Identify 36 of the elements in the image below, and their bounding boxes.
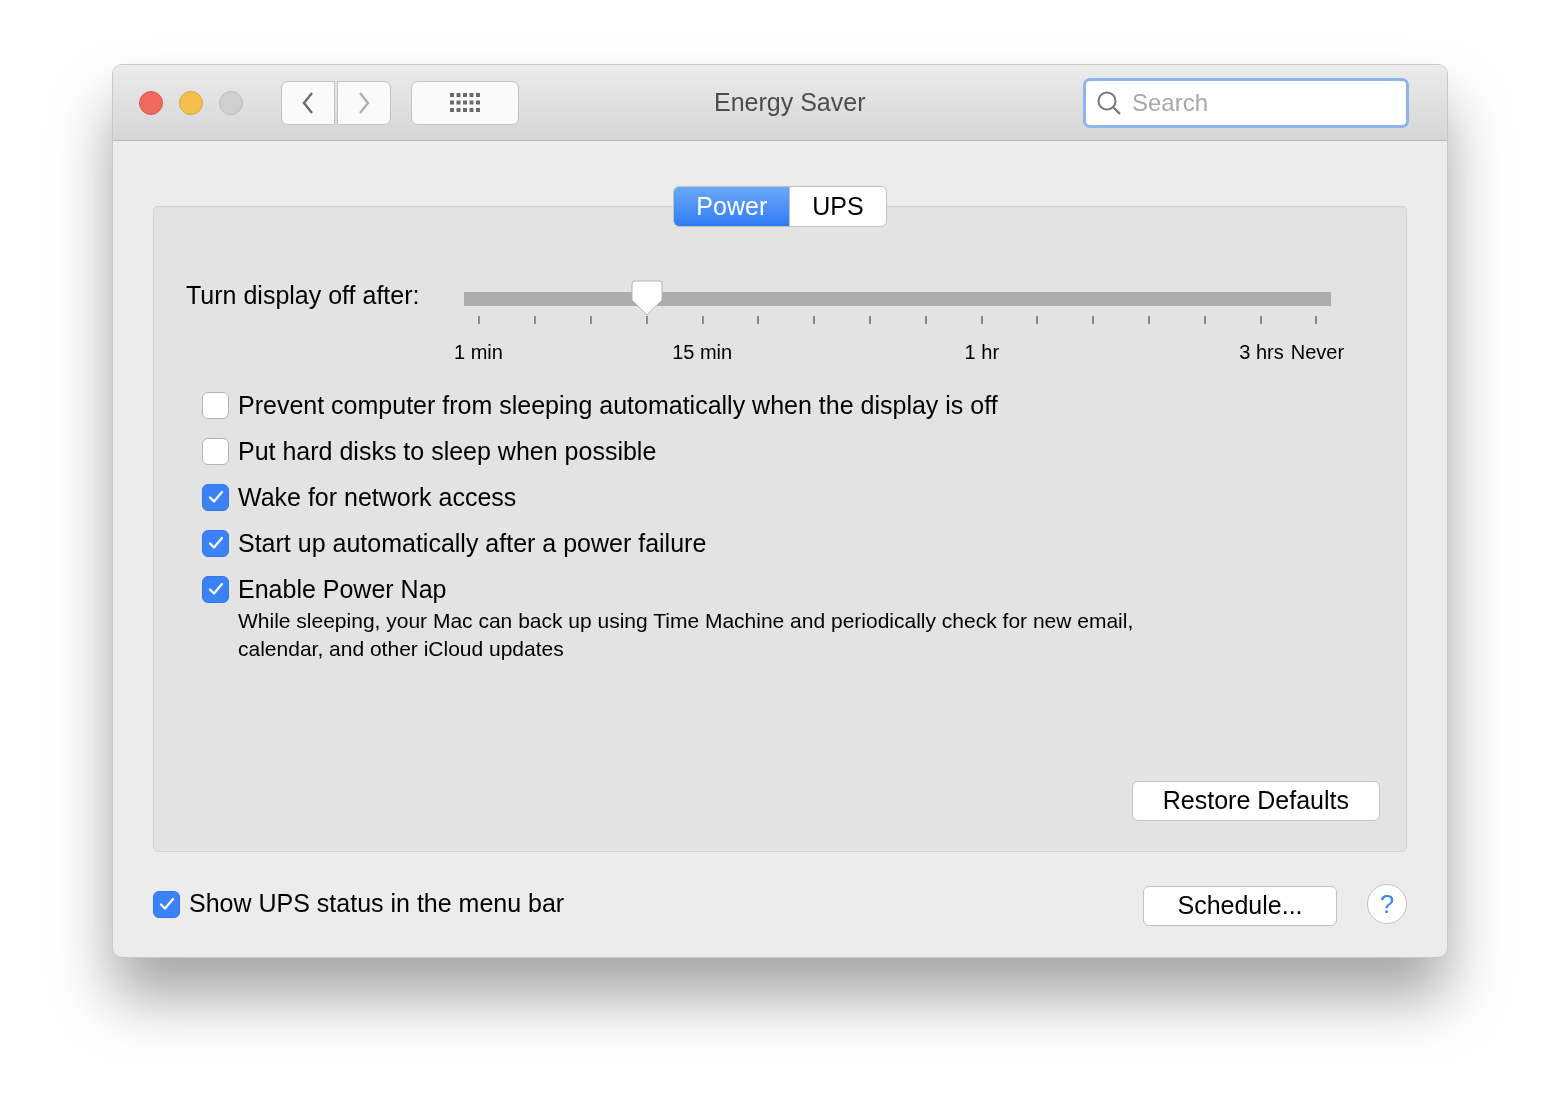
forward-button[interactable] bbox=[337, 80, 391, 125]
slider-thumb[interactable] bbox=[630, 280, 663, 316]
tab[interactable]: UPS bbox=[789, 187, 886, 226]
schedule-button[interactable]: Schedule... bbox=[1143, 886, 1337, 926]
search-input[interactable]: Search bbox=[1132, 84, 1396, 121]
tick-label: 1 min bbox=[454, 340, 503, 365]
minimize-button[interactable] bbox=[179, 90, 203, 115]
search-icon bbox=[1096, 89, 1122, 116]
checkbox[interactable] bbox=[153, 890, 180, 918]
checkbox[interactable] bbox=[202, 437, 229, 465]
checkbox-label: Put hard disks to sleep when possible bbox=[238, 437, 657, 465]
chevron-left-icon bbox=[301, 90, 315, 115]
checkbox[interactable] bbox=[202, 575, 229, 603]
description-text: While sleeping, your Mac can back up using Time Machine and periodically check for new email, calendar, and other iCloud updates bbox=[238, 608, 1135, 662]
search-field[interactable]: Search bbox=[1083, 77, 1409, 128]
checkbox-label: Show UPS status in the menu bar bbox=[189, 888, 565, 920]
window-title: Energy Saver bbox=[714, 86, 866, 118]
checkbox[interactable] bbox=[202, 391, 229, 419]
tick-label: 3 hrs bbox=[1239, 340, 1284, 365]
restore-defaults-button[interactable]: Restore Defaults bbox=[1131, 781, 1380, 821]
chevron-right-icon bbox=[357, 90, 371, 115]
back-button[interactable] bbox=[281, 80, 335, 125]
tick-label: 15 min bbox=[672, 340, 733, 365]
checkbox-label: Enable Power Nap bbox=[238, 575, 447, 603]
checkbox-label: Prevent computer from sleeping automatically when the display is off bbox=[238, 391, 998, 419]
checkbox-label: Wake for network access bbox=[238, 483, 517, 511]
tick-label: 1 hr bbox=[964, 340, 1000, 365]
checkbox-label: Start up automatically after a power failure bbox=[238, 529, 707, 557]
slider-label: Turn display off after: bbox=[186, 280, 420, 311]
tick-label: Never bbox=[1290, 340, 1345, 365]
close-button[interactable] bbox=[139, 90, 163, 115]
checkbox[interactable] bbox=[202, 529, 229, 557]
show-all-button[interactable] bbox=[411, 80, 519, 125]
grid-icon bbox=[450, 92, 480, 113]
help-button[interactable]: ? bbox=[1367, 884, 1407, 924]
checkbox[interactable] bbox=[202, 483, 229, 511]
